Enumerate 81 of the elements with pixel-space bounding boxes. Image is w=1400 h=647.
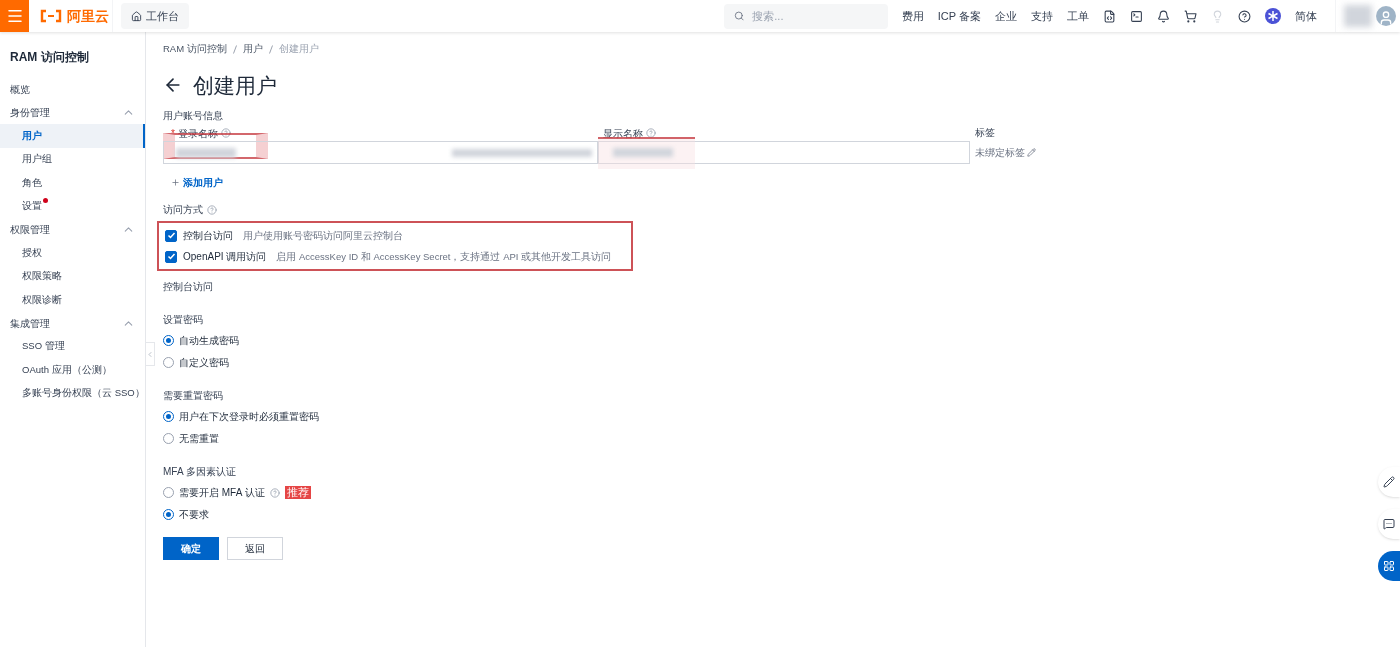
nav-link[interactable]: 费用 [901,7,924,25]
menu-icon [5,7,24,25]
radio-label[interactable]: 用户在下次登录时必须重置密码 [179,409,319,425]
checkbox-label[interactable]: OpenAPI 调用访问 [183,249,267,265]
sidebar-item[interactable]: 概览 [0,78,145,101]
bell-icon[interactable] [1157,9,1170,23]
radio-label[interactable]: 自定义密码 [179,355,229,371]
section-label: 需要重置密码 [163,389,223,404]
nav-link[interactable]: 企业 [995,7,1017,25]
sidebar-item[interactable]: 角色 [0,171,145,195]
sidebar-title: RAM 访问控制 [9,49,90,66]
page-title: 创建用户 [193,72,277,99]
field-label: 显示名称 [603,126,643,141]
logo-icon [39,9,63,23]
option-description: 启用 AccessKey ID 和 AccessKey Secret，支持通过 API 或其他开发工具访问 [276,249,612,264]
apps-float-button[interactable] [1378,551,1400,581]
radio-label[interactable]: 无需重置 [179,431,219,447]
section-label: 访问方式 [163,203,203,218]
star-logo-icon[interactable] [1265,8,1281,24]
blurred-value [613,148,673,158]
search-input[interactable]: 搜索... [752,7,878,25]
blurred-username [1344,5,1372,27]
chat-icon [1383,518,1395,530]
sidebar-item[interactable]: 多账号身份权限（云 SSO） [0,381,145,405]
required-mark: * [171,126,175,141]
sidebar-item[interactable]: 授权 [0,241,145,265]
checkbox[interactable] [165,250,177,263]
nav-link[interactable]: 支持 [1031,7,1053,25]
blurred-value [176,147,236,158]
help-icon[interactable] [1238,9,1251,23]
workbench-button[interactable]: 工作台 [121,3,189,29]
grid-icon [1383,560,1395,572]
sidebar-item[interactable]: SSO 管理 [0,334,145,358]
help-icon[interactable] [220,128,231,139]
tags-value: 未绑定标签 [975,146,1025,161]
option-description: 用户使用账号密码访问阿里云控制台 [243,228,403,243]
display-name-field[interactable] [598,141,970,165]
section-label: MFA 多因素认证 [163,465,236,480]
breadcrumb-link[interactable]: 用户 [242,42,263,57]
sidebar-item[interactable]: OAuth 应用（公测） [0,358,145,382]
sidebar-group-header[interactable]: 权限管理 [0,218,145,241]
field-label: 标签 [975,126,996,141]
checkbox[interactable] [165,229,177,242]
radio-label[interactable]: 需要开启 MFA 认证 [179,485,265,501]
sidebar-item[interactable]: 权限策略 [0,264,145,288]
nav-link[interactable]: 工单 [1067,7,1089,25]
home-icon [131,10,142,22]
code-icon[interactable] [1103,9,1116,23]
breadcrumb-link[interactable]: RAM 访问控制 [163,42,227,57]
cart-icon[interactable] [1184,9,1197,23]
chevron-icon [146,349,154,359]
search-field[interactable]: 搜索... [723,3,888,29]
menu-button[interactable] [0,0,29,32]
add-user-link[interactable]: 添加用户 [171,175,223,191]
back-button[interactable]: 返回 [227,537,283,561]
login-name-field[interactable] [163,141,598,165]
search-icon [733,10,745,22]
sidebar-group-header[interactable]: 身份管理 [0,101,145,124]
recommend-badge: 推荐 [284,486,311,500]
plus-icon [171,178,180,188]
sidebar-group-header[interactable]: 集成管理 [0,311,145,335]
section-label: 用户账号信息 [163,109,223,124]
collapse-handle[interactable] [145,342,155,366]
sidebar-item[interactable]: 用户组 [0,147,145,171]
edit-float-button[interactable] [1378,467,1400,497]
radio-label[interactable]: 不要求 [179,507,209,523]
confirm-button[interactable]: 确定 [163,537,219,561]
section-label: 控制台访问 [163,280,213,295]
radio-label[interactable]: 自动生成密码 [179,333,239,349]
terminal-icon[interactable] [1130,9,1143,23]
sidebar-item[interactable]: 用户 [0,124,145,148]
sidebar-item[interactable]: 设置 [0,194,145,218]
breadcrumb-separator-icon [232,44,237,54]
pencil-icon [1383,476,1395,488]
feedback-float-button[interactable] [1378,509,1400,539]
checkbox-label[interactable]: 控制台访问 [183,228,233,244]
sidebar-item[interactable]: 权限诊断 [0,288,145,312]
breadcrumb-separator-icon [268,44,273,54]
section-label: 设置密码 [163,313,203,328]
nav-link[interactable]: ICP 备案 [937,7,981,25]
language-link[interactable]: 简体 [1295,7,1317,25]
